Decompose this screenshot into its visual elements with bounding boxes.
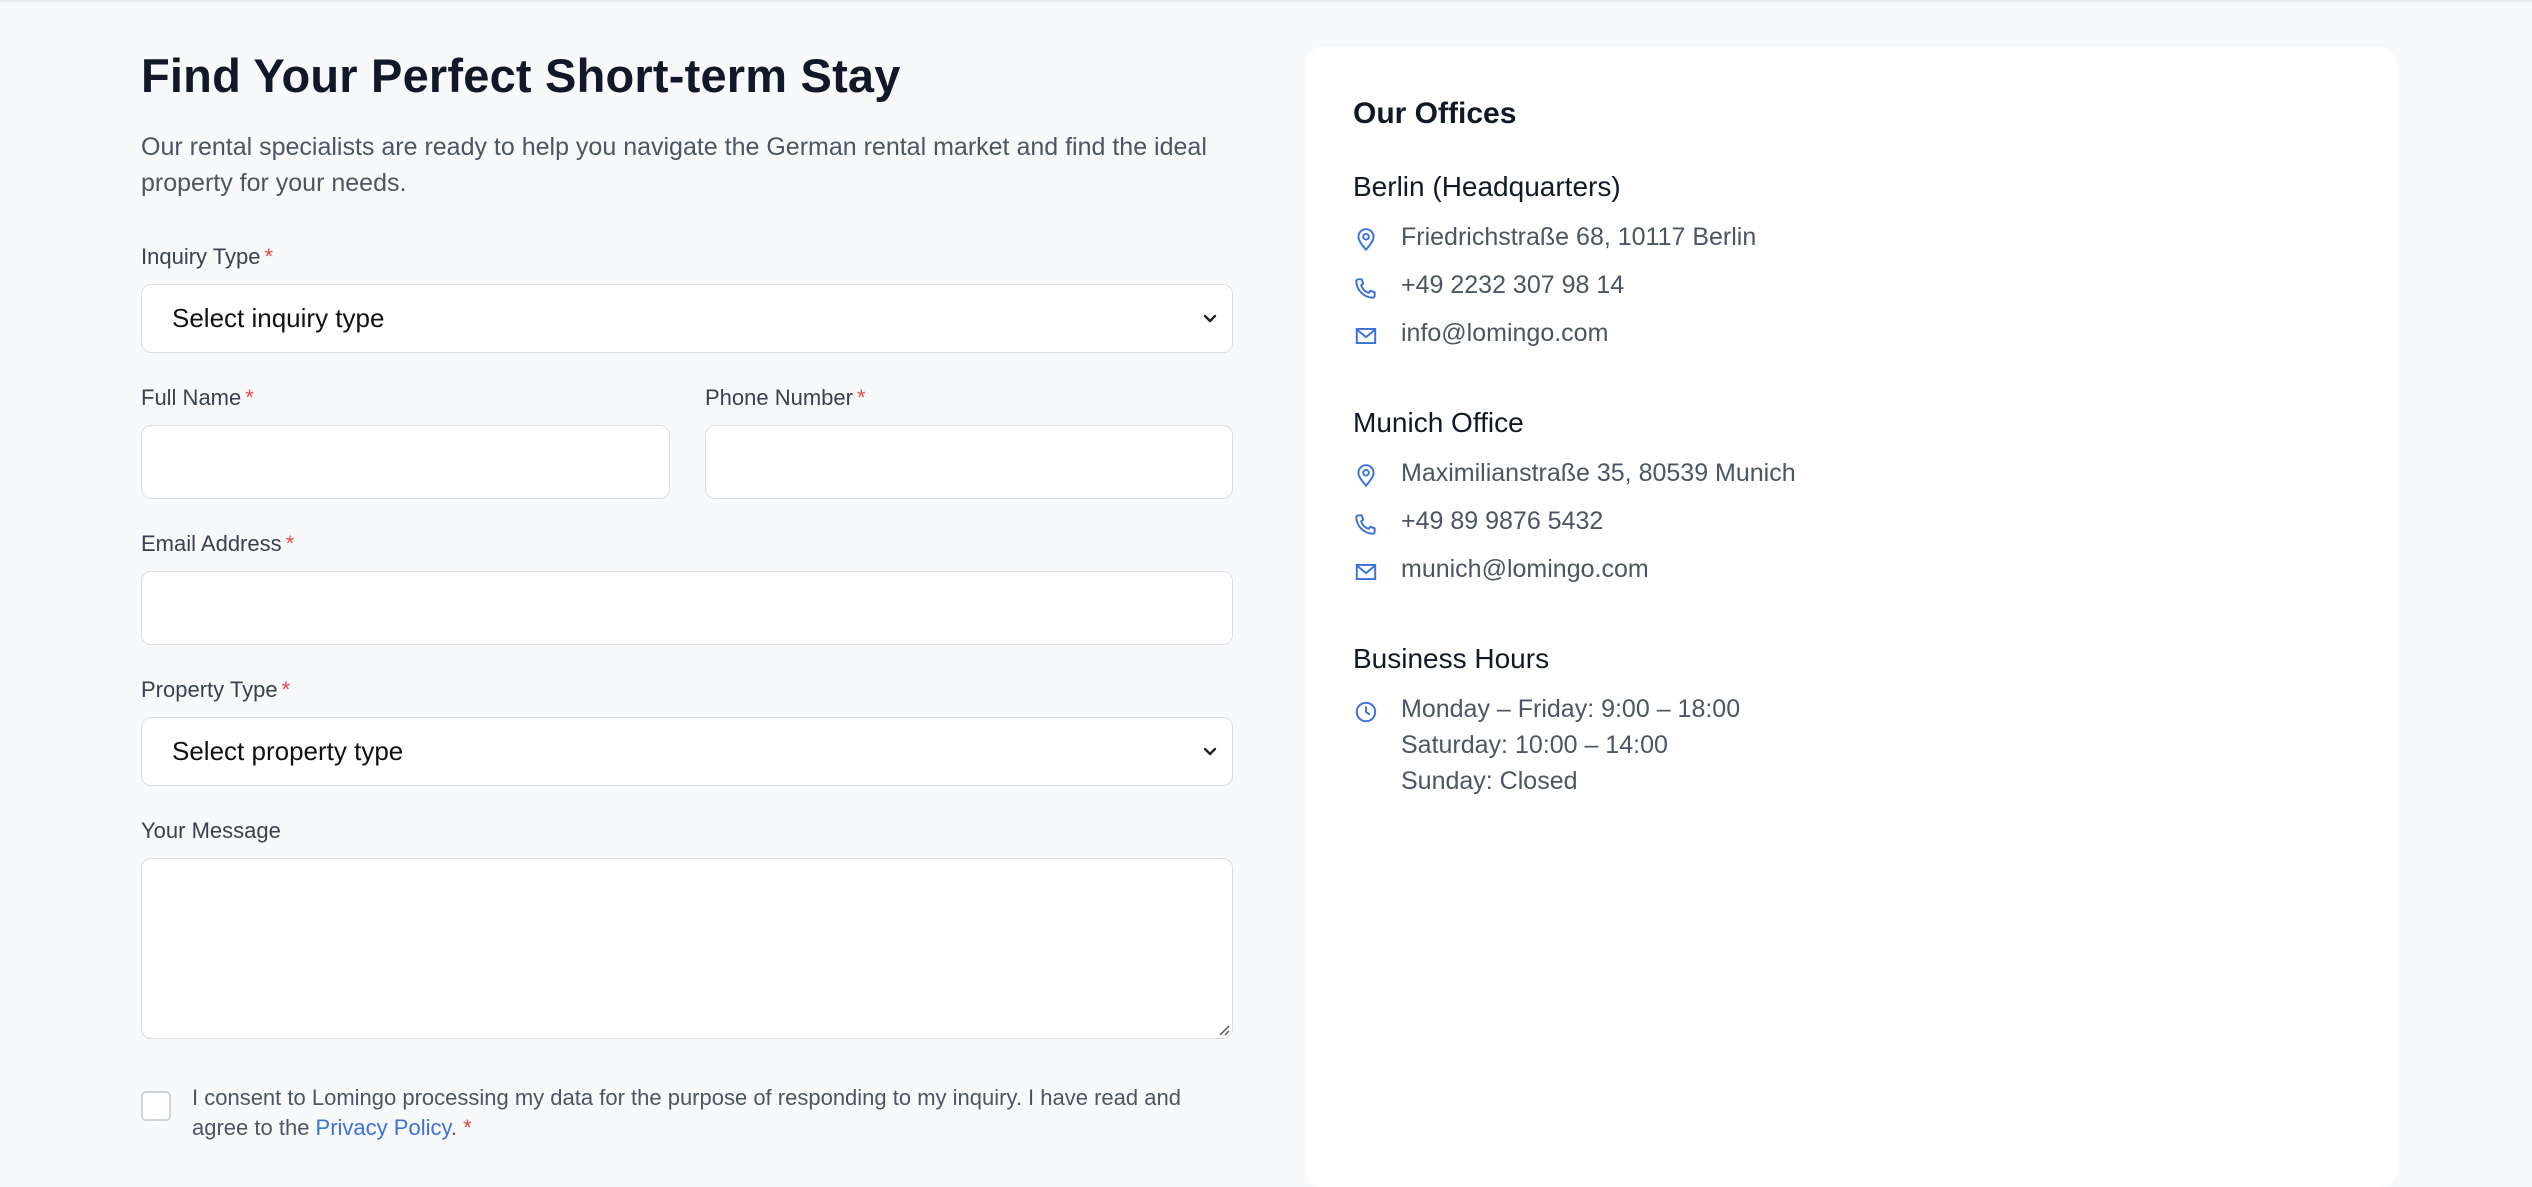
consent-text: I consent to Lomingo processing my data … [192,1085,1181,1140]
consent-row: I consent to Lomingo processing my data … [141,1083,1241,1143]
chevron-down-icon [1203,747,1217,756]
office-berlin: Berlin (Headquarters) Friedrichstraße 68… [1353,171,1796,367]
consent-checkbox[interactable] [141,1091,171,1121]
business-hours: Business Hours Monday – Friday: 9:00 – 1… [1353,643,1796,799]
privacy-policy-link[interactable]: Privacy Policy [316,1115,451,1140]
message-label: Your Message [141,818,281,843]
office-munich-address: Maximilianstraße 35, 80539 Munich [1353,459,1796,507]
page-subtitle: Our rental specialists are ready to help… [141,133,1207,197]
message-field: Your Message [141,818,1233,1039]
inquiry-type-label: Inquiry Type * [141,244,274,269]
map-pin-icon [1357,464,1375,487]
top-border [0,0,2532,2]
offices-heading: Our Offices [1353,97,1517,130]
office-berlin-email: info@lomingo.com [1353,319,1796,367]
full-name-input[interactable] [141,425,670,499]
phone-number-label: Phone Number * [705,385,866,410]
phone-number-input[interactable] [705,425,1233,499]
clock-icon [1355,701,1377,723]
phone-icon [1355,278,1376,299]
hours-weekdays: Monday – Friday: 9:00 – 18:00 [1401,695,1741,723]
business-hours-title: Business Hours [1353,643,1550,674]
office-munich-email: munich@lomingo.com [1353,555,1796,603]
property-type-value: Select property type [172,736,404,766]
phone-icon [1355,514,1376,535]
office-berlin-phone: +49 2232 307 98 14 [1353,271,1796,319]
full-name-field: Full Name * [141,385,670,499]
email-field: Email Address * [141,531,1233,645]
mail-icon [1355,327,1377,345]
office-munich: Munich Office Maximilianstraße 35, 80539… [1353,407,1796,603]
property-type-select[interactable]: Select property type [141,717,1233,786]
resize-handle-icon[interactable] [1216,1022,1230,1036]
hours-saturday: Saturday: 10:00 – 14:00 [1401,731,1668,759]
phone-number-field: Phone Number * [705,385,1233,499]
inquiry-form: Find Your Perfect Short-term Stay Our re… [141,40,1233,1140]
mail-icon [1355,563,1377,581]
inquiry-type-field: Inquiry Type * Select inquiry type [141,244,1233,353]
page-title: Find Your Perfect Short-term Stay [141,49,901,102]
full-name-label: Full Name * [141,385,254,410]
inquiry-type-value: Select inquiry type [172,303,385,333]
office-munich-phone: +49 89 9876 5432 [1353,507,1796,555]
property-type-field: Property Type * Select property type [141,677,1233,786]
office-munich-title: Munich Office [1353,407,1524,438]
offices-card: Our Offices Berlin (Headquarters) Friedr… [1305,47,2397,1187]
business-hours-list: Monday – Friday: 9:00 – 18:00 Saturday: … [1353,695,1796,799]
hours-sunday: Sunday: Closed [1401,767,1578,795]
email-label: Email Address * [141,531,295,556]
office-berlin-title: Berlin (Headquarters) [1353,171,1621,202]
message-textarea[interactable] [141,858,1233,1039]
chevron-down-icon [1203,314,1217,323]
office-berlin-address: Friedrichstraße 68, 10117 Berlin [1353,223,1796,271]
email-input[interactable] [141,571,1233,645]
inquiry-type-select[interactable]: Select inquiry type [141,284,1233,353]
property-type-label: Property Type * [141,677,291,702]
map-pin-icon [1357,228,1375,251]
